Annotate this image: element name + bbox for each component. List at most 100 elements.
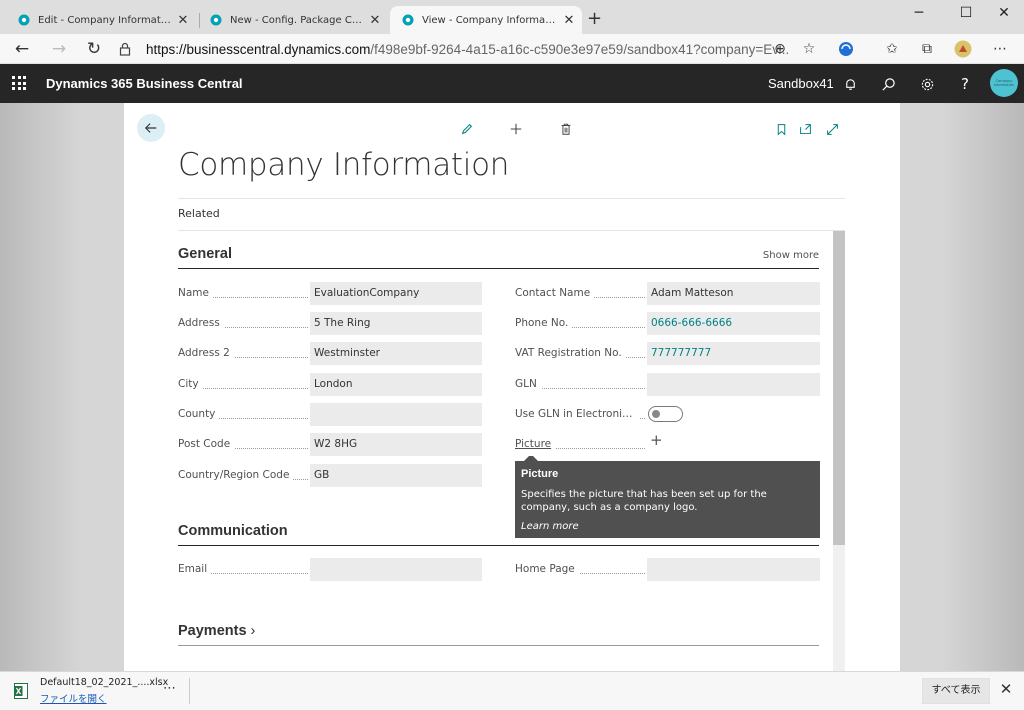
avatar[interactable]: Company Information [990, 69, 1018, 97]
bookmark-button[interactable] [771, 119, 791, 139]
picture-tooltip: Picture Specifies the picture that has b… [515, 454, 820, 538]
app-launcher-icon[interactable] [12, 76, 26, 90]
browser-tab-edit-company[interactable]: Edit - Company Information - Dy ✕ [6, 6, 196, 34]
tooltip-text: Specifies the picture that has been set … [521, 489, 767, 513]
back-arrow-icon[interactable]: ← [11, 38, 33, 60]
refresh-icon[interactable]: ↻ [83, 38, 105, 60]
more-menu-icon[interactable]: ⋯ [991, 40, 1009, 58]
close-window-icon[interactable]: ✕ [984, 2, 1024, 24]
close-tab-icon[interactable]: ✕ [176, 13, 190, 28]
delete-button[interactable] [556, 119, 576, 139]
city-field: City London [178, 373, 483, 396]
browser-tab-view-company[interactable]: View - Company Information - D ✕ [390, 6, 582, 34]
country-region-code-input[interactable]: GB [310, 464, 482, 487]
address-input[interactable]: 5 The Ring [310, 312, 482, 335]
name-input[interactable]: EvaluationCompany [310, 282, 482, 305]
county-input[interactable] [310, 403, 482, 426]
arrow-left-icon [144, 123, 157, 133]
tab-title: Edit - Company Information - Dy [38, 14, 172, 26]
county-field: County [178, 403, 483, 426]
url-field[interactable]: https://businesscentral.dynamics.com/f49… [118, 37, 822, 61]
close-downloads-icon[interactable]: ✕ [996, 680, 1016, 698]
dynamics-favicon-icon [402, 14, 414, 26]
payments-section-header[interactable]: Payments › [178, 619, 819, 646]
phone-no-field: Phone No. 0666-666-6666 [515, 312, 820, 335]
city-input[interactable]: London [310, 373, 482, 396]
page-title: Company Information [178, 147, 510, 183]
name-field: Name EvaluationCompany [178, 282, 483, 305]
edge-extension-icon[interactable] [837, 40, 855, 58]
help-icon[interactable]: ? [954, 73, 976, 95]
field-label: Phone No. [515, 312, 573, 335]
product-title[interactable]: Dynamics 365 Business Central [46, 64, 243, 103]
contact-name-input[interactable]: Adam Matteson [647, 282, 820, 305]
field-label: GLN [515, 373, 541, 396]
post-code-input[interactable]: W2 8HG [310, 433, 482, 456]
phone-no-input[interactable]: 0666-666-6666 [647, 312, 820, 335]
address-2-input[interactable]: Westminster [310, 342, 482, 365]
field-label: Post Code [178, 433, 235, 456]
excel-file-icon [14, 683, 28, 699]
profile-icon[interactable] [954, 40, 972, 58]
field-label: VAT Registration No. [515, 342, 626, 365]
gear-icon[interactable] [916, 73, 938, 95]
search-icon[interactable] [877, 73, 899, 95]
field-label: Email [178, 558, 212, 581]
new-button[interactable] [506, 119, 526, 139]
plus-icon [510, 123, 522, 135]
add-picture-icon[interactable]: + [650, 431, 663, 449]
minimize-icon[interactable]: ─ [899, 2, 939, 24]
show-more-link[interactable]: Show more [763, 250, 819, 261]
vat-registration-no-input[interactable]: 777777777 [647, 342, 820, 365]
bell-icon[interactable] [839, 73, 861, 95]
bc-app-bar: Dynamics 365 Business Central Sandbox41 … [0, 64, 1024, 103]
back-button[interactable] [137, 114, 165, 142]
forward-arrow-icon[interactable]: → [48, 38, 70, 60]
field-label: Contact Name [515, 282, 595, 305]
download-more-icon[interactable]: ⋯ [163, 681, 177, 696]
close-tab-icon[interactable]: ✕ [562, 13, 576, 28]
home-page-input[interactable] [647, 558, 820, 581]
environment-name[interactable]: Sandbox41 [768, 64, 834, 103]
field-label: County [178, 403, 220, 426]
new-tab-icon[interactable]: + [587, 9, 602, 29]
favorites-icon[interactable]: ✩ [883, 40, 901, 58]
tab-title: New - Config. Package Card - Dy [230, 14, 364, 26]
download-file-name[interactable]: Default18_02_2021_....xlsx [40, 677, 168, 688]
bookmark-icon [777, 123, 785, 135]
show-all-downloads-button[interactable]: すべて表示 [922, 678, 990, 704]
close-tab-icon[interactable]: ✕ [368, 13, 382, 28]
communication-section-title: Communication [178, 523, 288, 539]
tab-title: View - Company Information - D [422, 14, 558, 26]
browser-address-bar: ← → ↻ https://businesscentral.dynamics.c… [0, 34, 1024, 64]
payments-title-text: Payments [178, 623, 247, 639]
zoom-plus-icon[interactable]: ⊕ [771, 40, 789, 58]
browser-tab-strip: Edit - Company Information - Dy ✕ New - … [0, 0, 1024, 34]
expand-button[interactable] [822, 119, 842, 139]
collections-icon[interactable]: ⧉ [918, 40, 936, 58]
field-label[interactable]: Picture [515, 433, 556, 456]
vertical-scrollbar[interactable] [833, 231, 845, 671]
chevron-right-icon: › [250, 623, 256, 639]
field-label: Home Page [515, 558, 579, 581]
field-label: Name [178, 282, 213, 305]
open-file-link[interactable]: ファイルを開く [40, 691, 107, 705]
scrollbar-thumb[interactable] [833, 231, 845, 545]
learn-more-link[interactable]: Learn more [521, 521, 814, 532]
edit-button[interactable] [457, 119, 477, 139]
browser-tab-config-package[interactable]: New - Config. Package Card - Dy ✕ [198, 6, 388, 34]
field-label: Country/Region Code [178, 464, 294, 487]
email-input[interactable] [310, 558, 482, 581]
general-section-header[interactable]: General Show more [178, 242, 819, 269]
downloads-bar: Default18_02_2021_....xlsx ファイルを開く ⋯ すべて… [0, 671, 1024, 710]
general-section-title: General [178, 246, 232, 262]
maximize-icon[interactable]: ☐ [946, 2, 986, 24]
field-label: Address 2 [178, 342, 234, 365]
url-path: /f498e9bf-9264-4a15-a16c-c590e3e97e59/sa… [370, 41, 790, 57]
gln-input[interactable] [647, 373, 820, 396]
related-action-menu[interactable]: Related [178, 198, 845, 231]
dynamics-favicon-icon [210, 14, 222, 26]
open-new-window-button[interactable] [795, 119, 815, 139]
use-gln-toggle[interactable] [648, 406, 683, 422]
add-favorite-icon[interactable]: ☆ [800, 40, 818, 58]
